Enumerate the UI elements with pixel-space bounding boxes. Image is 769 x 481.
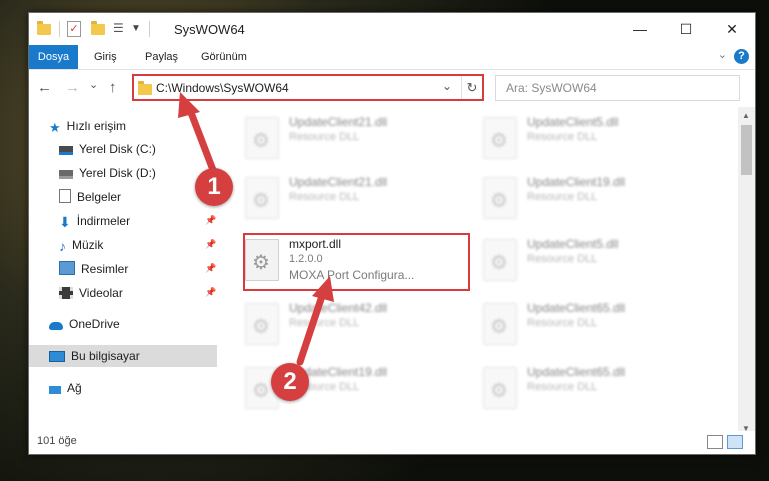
pin-icon[interactable]: 📌	[205, 215, 216, 226]
file-highlight-box	[243, 233, 470, 291]
new-folder-icon[interactable]	[91, 21, 105, 35]
file-item[interactable]: UpdateClient19.dll Resource DLL	[477, 171, 697, 223]
computer-icon	[49, 351, 65, 362]
close-button[interactable]: ✕	[709, 13, 755, 45]
sidebar-item-quick-access[interactable]: ★ Hızlı erişim	[49, 115, 126, 137]
up-button[interactable]: ↑	[109, 79, 117, 96]
minimize-button[interactable]: —	[617, 13, 663, 45]
dll-file-icon	[245, 117, 279, 159]
videos-icon	[59, 287, 73, 299]
sidebar-item-music[interactable]: ♪ Müzik	[59, 234, 103, 256]
item-count: 101 öğe	[37, 435, 77, 447]
sidebar-item-local-disk-d[interactable]: Yerel Disk (D:)	[59, 162, 156, 184]
dll-file-icon	[245, 177, 279, 219]
file-item[interactable]: UpdateClient5.dll Resource DLL	[477, 233, 697, 285]
navigation-pane: ★ Hızlı erişim Yerel Disk (C:) Yerel Disk…	[29, 107, 217, 437]
recent-locations-button[interactable]: ⌄	[89, 78, 98, 91]
pictures-icon	[59, 261, 75, 275]
sidebar-item-network[interactable]: Ağ	[49, 377, 82, 399]
drive-icon	[59, 170, 73, 179]
file-item[interactable]: UpdateClient42.dll Resource DLL	[239, 297, 459, 349]
ribbon-tabs: Dosya Giriş Paylaş Görünüm ⌄ ?	[29, 45, 755, 70]
file-item[interactable]: UpdateClient21.dll Resource DLL	[239, 111, 459, 163]
pin-icon[interactable]: 📌	[205, 239, 216, 250]
navigation-bar: ← → ⌄ ↑ C:\Windows\SysWOW64 ⌄ ↻ Ara: Sys…	[29, 70, 755, 104]
sidebar-item-pictures[interactable]: Resimler	[59, 258, 128, 280]
scrollbar-thumb[interactable]	[741, 125, 752, 175]
document-icon	[59, 189, 71, 203]
sidebar-item-local-disk-c[interactable]: Yerel Disk (C:)	[59, 138, 156, 160]
dll-file-icon	[245, 303, 279, 345]
drive-icon	[59, 146, 73, 155]
dll-file-icon	[483, 117, 517, 159]
title-bar: ✓ ☰ ▼ SysWOW64 — ☐ ✕	[29, 13, 755, 45]
file-item[interactable]: UpdateClient65.dll Resource DLL	[477, 361, 697, 413]
search-box[interactable]: Ara: SysWOW64	[495, 75, 740, 101]
sidebar-item-onedrive[interactable]: OneDrive	[49, 313, 120, 335]
tab-file[interactable]: Dosya	[29, 45, 78, 69]
maximize-button[interactable]: ☐	[663, 13, 709, 45]
expand-ribbon-icon[interactable]: ⌄	[718, 48, 727, 61]
properties-icon[interactable]: ✓	[67, 21, 81, 37]
music-icon: ♪	[59, 238, 66, 254]
status-bar: 101 öğe	[29, 431, 755, 453]
address-highlight-box	[132, 74, 484, 101]
pin-icon[interactable]: 📌	[205, 287, 216, 298]
vertical-scrollbar[interactable]: ▲ ▼	[738, 107, 755, 437]
back-button[interactable]: ←	[37, 79, 52, 96]
sidebar-item-downloads[interactable]: ⬇ İndirmeler	[59, 210, 130, 232]
scroll-up-icon[interactable]: ▲	[742, 111, 750, 120]
sidebar-item-videos[interactable]: Videolar	[59, 282, 123, 304]
tab-view[interactable]: Görünüm	[201, 45, 247, 69]
folder-icon	[37, 21, 51, 35]
file-item[interactable]: UpdateClient65.dll Resource DLL	[477, 297, 697, 349]
file-item[interactable]: UpdateClient21.dll Resource DLL	[239, 171, 459, 223]
dll-file-icon	[483, 367, 517, 409]
help-icon[interactable]: ?	[734, 49, 749, 64]
step-2-badge: 2	[271, 363, 309, 401]
sidebar-item-this-pc[interactable]: Bu bilgisayar	[29, 345, 217, 367]
download-icon: ⬇	[59, 214, 71, 230]
chevron-down-icon[interactable]: ▼	[131, 23, 141, 39]
network-icon	[49, 386, 61, 394]
star-icon: ★	[49, 120, 61, 135]
dll-file-icon	[483, 239, 517, 281]
pin-icon[interactable]: 📌	[205, 263, 216, 274]
sidebar-item-documents[interactable]: Belgeler	[59, 186, 121, 208]
dll-file-icon	[483, 177, 517, 219]
file-explorer-window: ✓ ☰ ▼ SysWOW64 — ☐ ✕ Dosya Giriş Paylaş …	[28, 12, 756, 455]
tab-share[interactable]: Paylaş	[145, 45, 178, 69]
forward-button[interactable]: →	[65, 79, 80, 96]
file-item[interactable]: UpdateClient5.dll Resource DLL	[477, 111, 697, 163]
tab-home[interactable]: Giriş	[94, 45, 117, 69]
large-icons-view-icon[interactable]	[727, 435, 743, 449]
details-view-icon[interactable]	[707, 435, 723, 449]
dll-file-icon	[483, 303, 517, 345]
window-title: SysWOW64	[174, 22, 245, 37]
customize-toolbar-icon[interactable]: ☰	[113, 21, 127, 37]
cloud-icon	[49, 322, 63, 330]
search-input[interactable]: Ara: SysWOW64	[506, 81, 597, 95]
step-1-badge: 1	[195, 168, 233, 206]
